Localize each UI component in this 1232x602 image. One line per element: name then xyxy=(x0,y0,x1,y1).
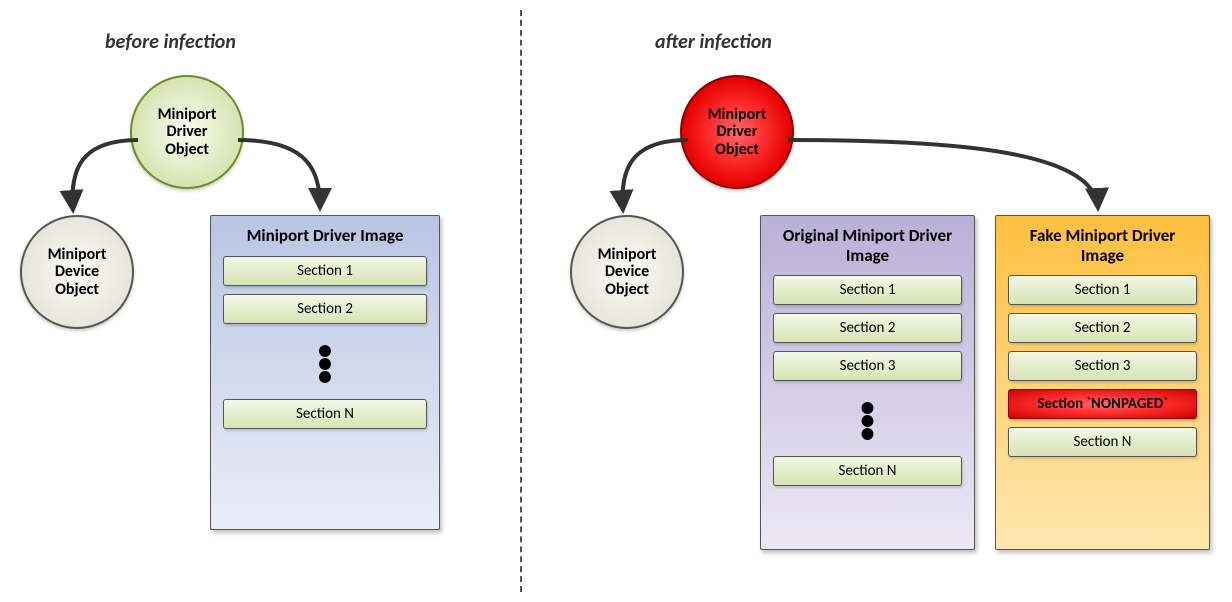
after-original-section-2: Section 2 xyxy=(773,313,962,343)
before-panel-title: Miniport Driver Image xyxy=(223,226,427,246)
before-device-object-label: Miniport Device Object xyxy=(48,246,107,299)
after-miniport-driver-object: Miniport Driver Object xyxy=(680,75,794,189)
vertical-divider xyxy=(520,10,522,592)
before-vertical-dots: ••• xyxy=(223,332,427,399)
after-fake-section-n: Section N xyxy=(1008,427,1197,457)
after-driver-object-label: Miniport Driver Object xyxy=(708,106,767,159)
after-device-object-label: Miniport Device Object xyxy=(598,246,657,299)
before-miniport-driver-image-panel: Miniport Driver Image Section 1 Section … xyxy=(210,215,440,530)
after-original-driver-image-panel: Original Miniport Driver Image Section 1… xyxy=(760,215,975,550)
before-section-1: Section 1 xyxy=(223,256,427,286)
title-before: before infection xyxy=(105,30,236,54)
arrow-after-driver-to-fake-image xyxy=(788,140,1098,208)
arrow-before-driver-to-device xyxy=(73,140,138,210)
title-after: after infection xyxy=(655,30,772,54)
after-fake-section-nonpaged: Section `NONPAGED` xyxy=(1008,389,1197,419)
after-original-section-1: Section 1 xyxy=(773,275,962,305)
before-miniport-driver-object: Miniport Driver Object xyxy=(130,75,244,189)
diagram-stage: before infection after infection Minipor… xyxy=(0,0,1232,602)
after-fake-driver-image-panel: Fake Miniport Driver Image Section 1 Sec… xyxy=(995,215,1210,550)
after-original-panel-title: Original Miniport Driver Image xyxy=(773,226,962,265)
arrow-after-driver-to-device xyxy=(623,140,688,210)
after-fake-panel-title: Fake Miniport Driver Image xyxy=(1008,226,1197,265)
arrow-before-driver-to-image xyxy=(238,140,320,208)
before-section-2: Section 2 xyxy=(223,294,427,324)
after-fake-section-2: Section 2 xyxy=(1008,313,1197,343)
before-section-n: Section N xyxy=(223,399,427,429)
after-miniport-device-object: Miniport Device Object xyxy=(570,215,684,329)
after-fake-section-3: Section 3 xyxy=(1008,351,1197,381)
after-original-section-n: Section N xyxy=(773,456,962,486)
after-fake-section-1: Section 1 xyxy=(1008,275,1197,305)
before-miniport-device-object: Miniport Device Object xyxy=(20,215,134,329)
after-original-section-3: Section 3 xyxy=(773,351,962,381)
before-driver-object-label: Miniport Driver Object xyxy=(158,106,217,159)
after-original-vertical-dots: ••• xyxy=(773,389,962,456)
